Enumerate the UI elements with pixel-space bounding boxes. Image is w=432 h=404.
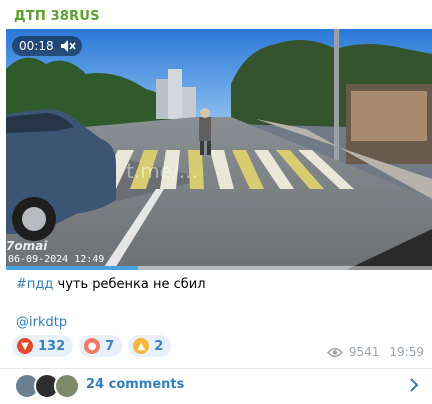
reactions-bar: ▼ 132 ● 7 ▲ 2 (12, 335, 172, 357)
video-timer: 00:18 (12, 36, 82, 56)
mention-line: @irkdtp (16, 315, 67, 330)
video-player[interactable]: 00:18 t.me/... 7omai 06-09-2024 12:49 (6, 29, 432, 270)
reaction-count: 2 (154, 338, 164, 354)
reaction-count: 132 (38, 338, 66, 354)
reaction-thumbs-up[interactable]: ▲ 2 (128, 335, 172, 357)
angry-face-icon: ▼ (17, 338, 33, 354)
reaction-angry[interactable]: ▼ 132 (12, 335, 74, 357)
hashtag-link[interactable]: #пдд (16, 277, 53, 292)
comments-row[interactable]: 24 comments (0, 369, 432, 404)
reaction-count: 7 (105, 338, 115, 354)
eye-icon (326, 347, 343, 357)
view-count: 9541 (348, 345, 380, 359)
video-frame (6, 29, 432, 270)
message-bubble: ДТП 38RUS 00:18 t.me/... 7omai 06-09-202… (0, 0, 432, 404)
video-watermark-center: t.me/... (126, 159, 198, 183)
video-progress-bar[interactable] (6, 266, 432, 270)
mute-icon[interactable] (60, 39, 76, 53)
message-meta: 9541 19:59 (326, 345, 424, 359)
channel-name[interactable]: ДТП 38RUS (14, 9, 100, 24)
video-time: 00:18 (19, 39, 54, 53)
reaction-clown[interactable]: ● 7 (79, 335, 123, 357)
clown-face-icon: ● (84, 338, 101, 354)
post-text: чуть ребенка не сбил (57, 277, 206, 292)
post-caption: #пдд чуть ребенка не сбил (16, 277, 206, 292)
video-datestamp: 06-09-2024 12:49 (8, 254, 105, 265)
chevron-right-icon[interactable] (408, 376, 420, 394)
comments-link[interactable]: 24 comments (86, 377, 184, 392)
mention-link[interactable]: @irkdtp (16, 315, 67, 330)
thumbs-up-icon: ▲ (133, 338, 150, 354)
avatar (54, 373, 80, 399)
video-progress-fill (6, 266, 139, 270)
video-watermark-left: 7omai (6, 239, 48, 253)
message-time: 19:59 (389, 345, 424, 359)
